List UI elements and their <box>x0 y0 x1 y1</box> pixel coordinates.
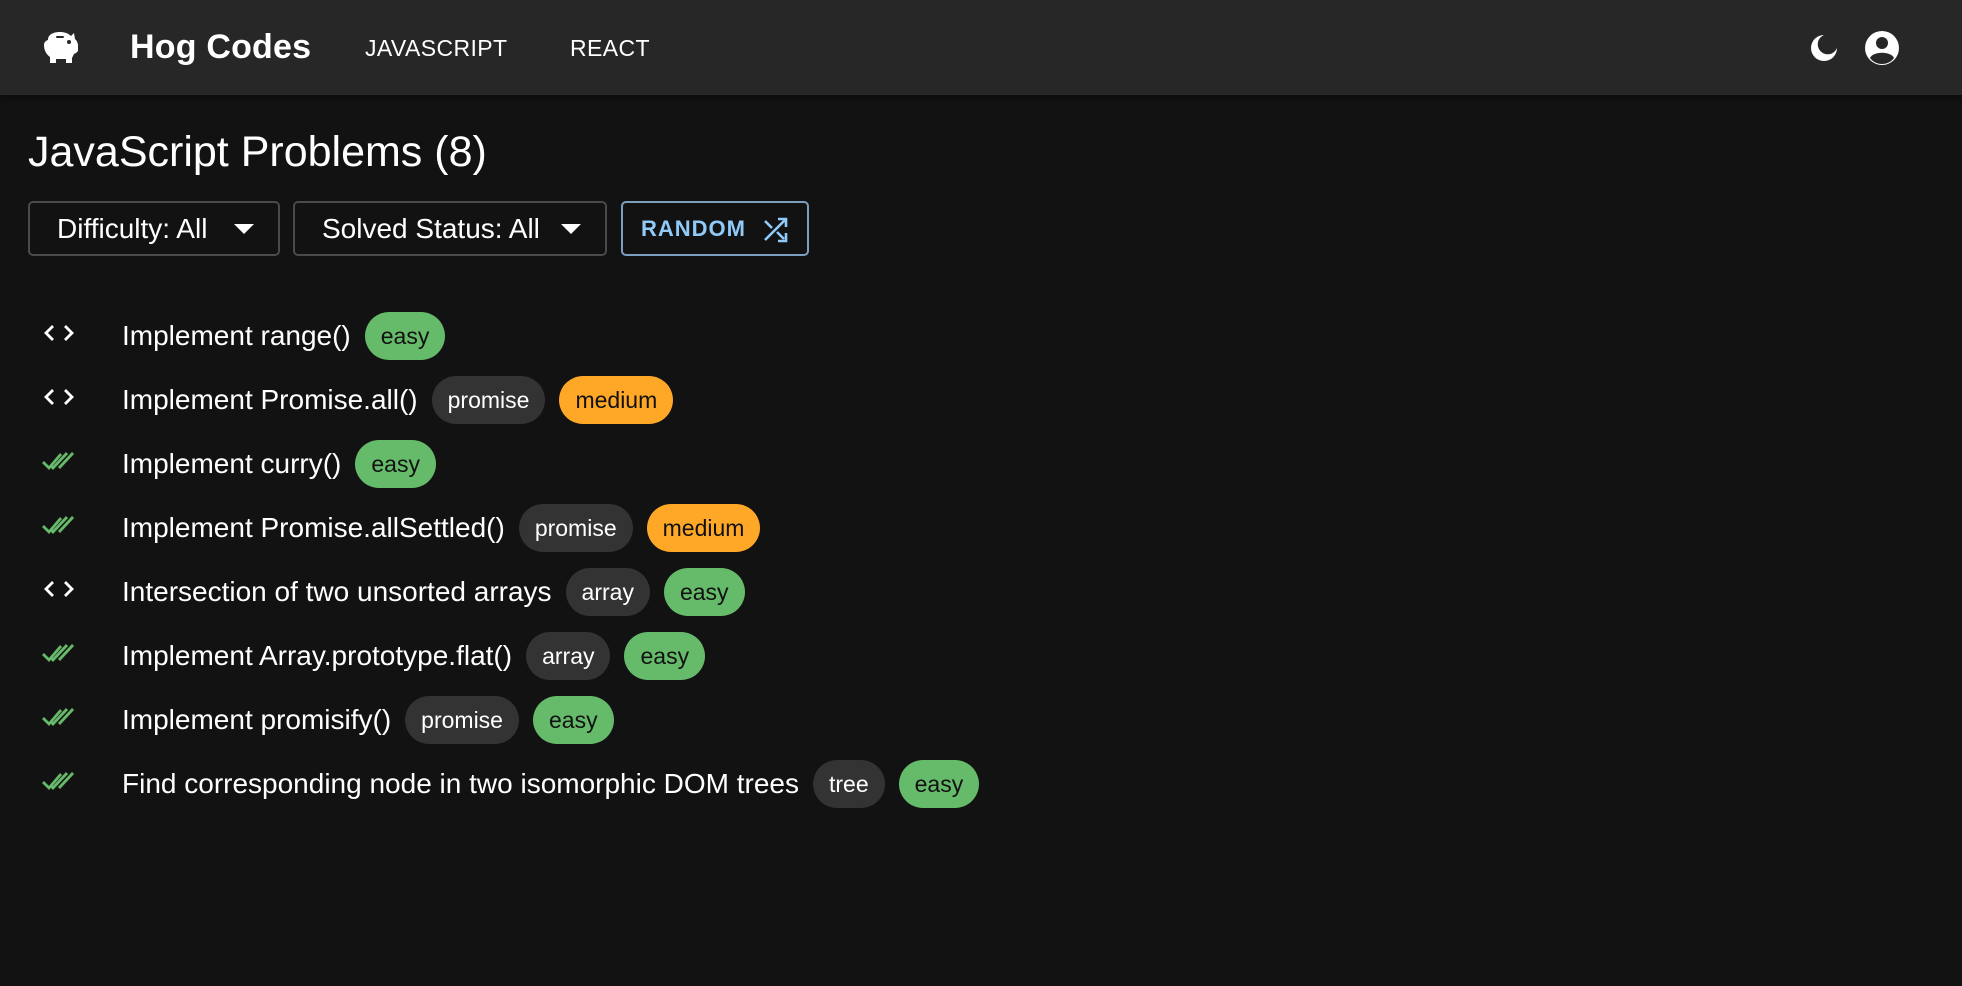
problem-title[interactable]: Implement Array.prototype.flat() <box>122 637 512 675</box>
account-circle-icon[interactable] <box>1858 24 1906 72</box>
solved-status-filter-label: Solved Status: All <box>322 212 540 244</box>
difficulty-chip: medium <box>559 376 674 424</box>
page-title: JavaScript Problems (8) <box>28 128 487 176</box>
problem-title-row: Implement range() easy <box>122 312 446 360</box>
difficulty-chip: easy <box>364 312 446 360</box>
double-check-icon <box>42 516 75 535</box>
difficulty-chip: easy <box>532 696 614 744</box>
random-button[interactable]: RANDOM <box>621 201 809 256</box>
difficulty-filter-label: Difficulty: All <box>57 212 208 244</box>
code-icon <box>44 325 74 341</box>
nav-react[interactable]: REACT <box>570 30 650 66</box>
problem-title[interactable]: Implement curry() <box>122 445 341 483</box>
nav-javascript[interactable]: JAVASCRIPT <box>365 30 507 66</box>
dark-mode-icon[interactable] <box>1800 24 1848 72</box>
problem-title-row: Implement Promise.allSettled() promise med… <box>122 504 761 552</box>
tag-chip: array <box>565 568 650 616</box>
difficulty-chip: easy <box>898 760 980 808</box>
solved-status-filter[interactable]: Solved Status: All <box>293 201 607 256</box>
double-check-icon <box>42 772 75 791</box>
problem-title[interactable]: Implement range() <box>122 317 351 355</box>
code-icon <box>44 581 74 597</box>
shuffle-icon <box>764 217 788 243</box>
difficulty-chip: easy <box>355 440 436 488</box>
random-button-label: RANDOM <box>641 215 746 241</box>
problem-title-row: Intersection of two unsorted arrays array… <box>122 568 745 616</box>
problem-title-row: Implement promisify() promise easy <box>122 696 614 744</box>
chevron-down-icon <box>234 224 254 234</box>
double-check-icon <box>42 452 75 471</box>
double-check-icon <box>42 644 75 663</box>
tag-chip: array <box>526 632 611 680</box>
code-icon <box>44 389 74 405</box>
difficulty-chip: medium <box>646 504 761 552</box>
problem-title[interactable]: Intersection of two unsorted arrays <box>122 573 552 611</box>
problem-title[interactable]: Find corresponding node in two isomorphi… <box>122 765 799 803</box>
problem-title-row: Implement curry() easy <box>122 440 436 488</box>
tag-chip: tree <box>812 760 885 808</box>
problem-title-row: Implement Array.prototype.flat() array eas… <box>122 632 706 680</box>
problem-title[interactable]: Implement promisify() <box>122 701 391 739</box>
tag-chip: promise <box>431 376 546 424</box>
problem-title[interactable]: Implement Promise.all() <box>122 381 418 419</box>
difficulty-chip: easy <box>624 632 706 680</box>
difficulty-filter[interactable]: Difficulty: All <box>28 201 280 256</box>
tag-chip: promise <box>405 696 519 744</box>
problem-title[interactable]: Implement Promise.allSettled() <box>122 509 505 547</box>
tag-chip: promise <box>518 504 633 552</box>
problem-title-row: Find corresponding node in two isomorphi… <box>122 760 980 808</box>
chevron-down-icon <box>561 224 581 234</box>
piggy-bank-icon[interactable] <box>42 29 80 65</box>
problem-title-row: Implement Promise.all() promise medium <box>122 376 674 424</box>
double-check-icon <box>42 708 75 727</box>
brand-title[interactable]: Hog Codes <box>130 24 311 70</box>
difficulty-chip: easy <box>663 568 745 616</box>
app-bar: Hog Codes JAVASCRIPT REACT <box>0 0 1962 95</box>
